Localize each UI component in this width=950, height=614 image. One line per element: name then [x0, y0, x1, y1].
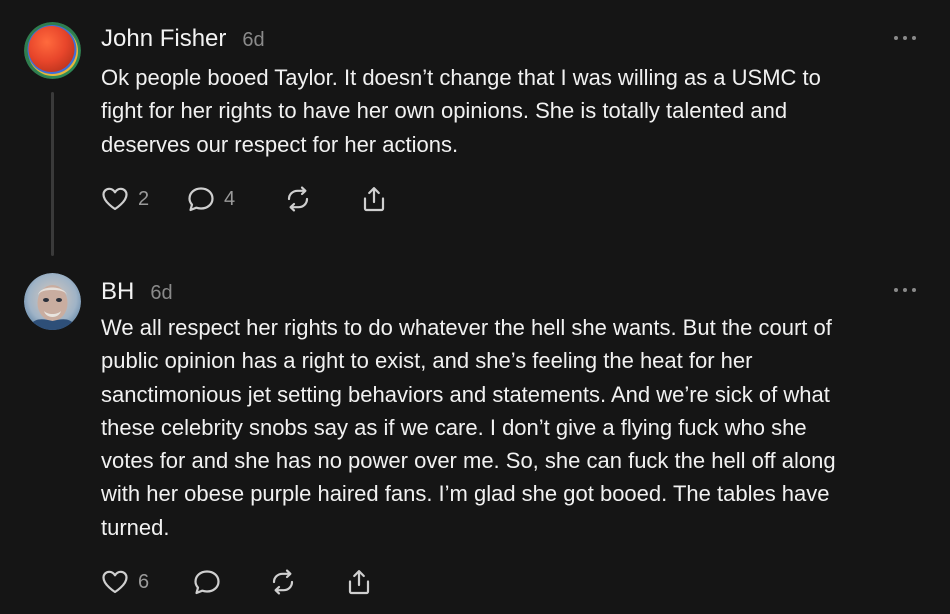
reply-button[interactable] [192, 567, 230, 597]
share-button[interactable] [344, 567, 374, 597]
post-text-line: sanctimonious jet setting behaviors and … [101, 381, 830, 407]
post-text-line: public opinion has a right to exist, and… [101, 348, 753, 374]
like-button[interactable]: 6 [100, 567, 149, 597]
share-icon [363, 187, 385, 212]
repost-button[interactable] [268, 567, 298, 597]
share-icon [348, 570, 370, 595]
like-button[interactable]: 2 [100, 184, 149, 214]
like-count: 6 [138, 570, 150, 593]
more-icon[interactable] [894, 286, 916, 294]
post-text: Ok people booed Taylor. It doesn’t chang… [101, 61, 931, 161]
avatar[interactable] [24, 273, 81, 330]
avatar[interactable] [24, 22, 81, 79]
repost-icon [287, 186, 309, 212]
thread-post: BH 6d We all respect her rights to do wh… [0, 262, 950, 614]
heart-icon [102, 187, 128, 211]
post-text-line: fight for her rights to have her own opi… [101, 98, 788, 124]
post-header: BH 6d [101, 278, 173, 306]
thread-line [51, 92, 54, 256]
repost-button[interactable] [283, 184, 313, 214]
post-text-line: Ok people booed Taylor. It doesn’t chang… [101, 65, 821, 90]
post-text-line: turned. [101, 514, 170, 540]
reply-button[interactable]: 4 [186, 184, 235, 214]
share-button[interactable] [359, 184, 389, 214]
post-text-line: with her obese purple haired fans. I’m g… [101, 481, 830, 507]
comment-icon [188, 187, 214, 212]
reply-count: 4 [224, 187, 236, 210]
author-name[interactable]: BH [101, 278, 134, 306]
post-text-line: these celebrity snobs say as if we care.… [101, 414, 807, 440]
post-time[interactable]: 6d [150, 282, 172, 305]
author-name[interactable]: John Fisher [101, 25, 226, 53]
more-icon[interactable] [894, 34, 916, 42]
comment-icon [194, 570, 220, 595]
post-time[interactable]: 6d [242, 29, 264, 52]
post-text-line: We all respect her rights to do whatever… [101, 315, 832, 340]
post-text: We all respect her rights to do whatever… [101, 311, 931, 544]
post-text-line: votes for and she has no power over me. … [101, 448, 836, 474]
heart-icon [102, 570, 128, 594]
like-count: 2 [138, 187, 150, 210]
post-text-line: deserves our respect for her actions. [101, 131, 459, 157]
post-header: John Fisher 6d [101, 25, 265, 53]
repost-icon [272, 569, 294, 595]
thread-post: John Fisher 6d Ok people booed Taylor. I… [0, 0, 950, 260]
